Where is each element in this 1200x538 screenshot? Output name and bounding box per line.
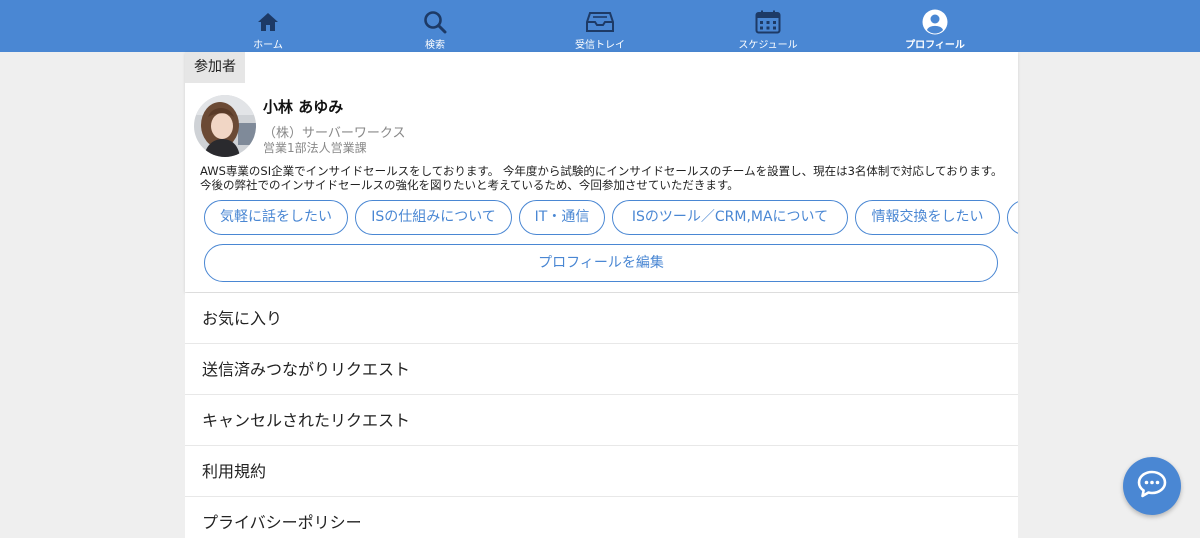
- top-nav-bar: ホーム 検索 受信トレイ スケジュール プロフィール: [0, 0, 1200, 52]
- nav-search[interactable]: 検索: [375, 0, 495, 52]
- menu-item-terms[interactable]: 利用規約: [185, 446, 1018, 497]
- nav-schedule[interactable]: スケジュール: [708, 0, 828, 52]
- interest-tag[interactable]: ISの仕組みについて: [355, 200, 512, 235]
- profile-card: 参加者 小林 あゆみ （株）サーバーワークス 営業1部法人営業課 AWS専業のS…: [185, 52, 1018, 292]
- nav-search-label: 検索: [425, 40, 445, 51]
- profile-menu-list: お気に入り 送信済みつながりリクエスト キャンセルされたリクエスト 利用規約 プ…: [185, 293, 1018, 538]
- menu-item-cancelled-requests[interactable]: キャンセルされたリクエスト: [185, 395, 1018, 446]
- calendar-icon: [755, 9, 781, 35]
- user-name: 小林 あゆみ: [263, 98, 344, 116]
- nav-inbox-label: 受信トレイ: [575, 40, 625, 51]
- interest-tags: 気軽に話をしたい ISの仕組みについて IT・通信 ISのツール／CRM,MAに…: [204, 200, 1018, 236]
- interest-tag-overflow[interactable]: [1007, 200, 1018, 235]
- nav-schedule-label: スケジュール: [738, 40, 798, 51]
- chat-button[interactable]: [1123, 457, 1181, 515]
- inbox-icon: [586, 9, 614, 35]
- interest-tag[interactable]: IT・通信: [519, 200, 605, 235]
- menu-item-sent-requests[interactable]: 送信済みつながりリクエスト: [185, 344, 1018, 395]
- user-icon: [922, 9, 948, 35]
- interest-tag[interactable]: ISのツール／CRM,MAについて: [612, 200, 848, 235]
- department-name: 営業1部法人営業課: [263, 141, 367, 155]
- nav-inbox[interactable]: 受信トレイ: [540, 0, 660, 52]
- avatar: [194, 95, 256, 157]
- profile-bio: AWS専業のSI企業でインサイドセールスをしております。 今年度から試験的にイン…: [200, 164, 1003, 192]
- menu-item-privacy-policy[interactable]: プライバシーポリシー: [185, 497, 1018, 538]
- nav-profile[interactable]: プロフィール: [875, 0, 995, 52]
- section-label: 参加者: [185, 52, 245, 83]
- nav-home[interactable]: ホーム: [208, 0, 328, 52]
- nav-home-label: ホーム: [253, 40, 283, 51]
- chat-bubble-icon: [1137, 470, 1167, 502]
- nav-profile-label: プロフィール: [905, 40, 965, 51]
- home-icon: [257, 9, 279, 35]
- edit-profile-button[interactable]: プロフィールを編集: [204, 244, 998, 282]
- interest-tag[interactable]: 気軽に話をしたい: [204, 200, 348, 235]
- interest-tag[interactable]: 情報交換をしたい: [855, 200, 1000, 235]
- menu-item-favorites[interactable]: お気に入り: [185, 293, 1018, 344]
- search-icon: [423, 9, 447, 35]
